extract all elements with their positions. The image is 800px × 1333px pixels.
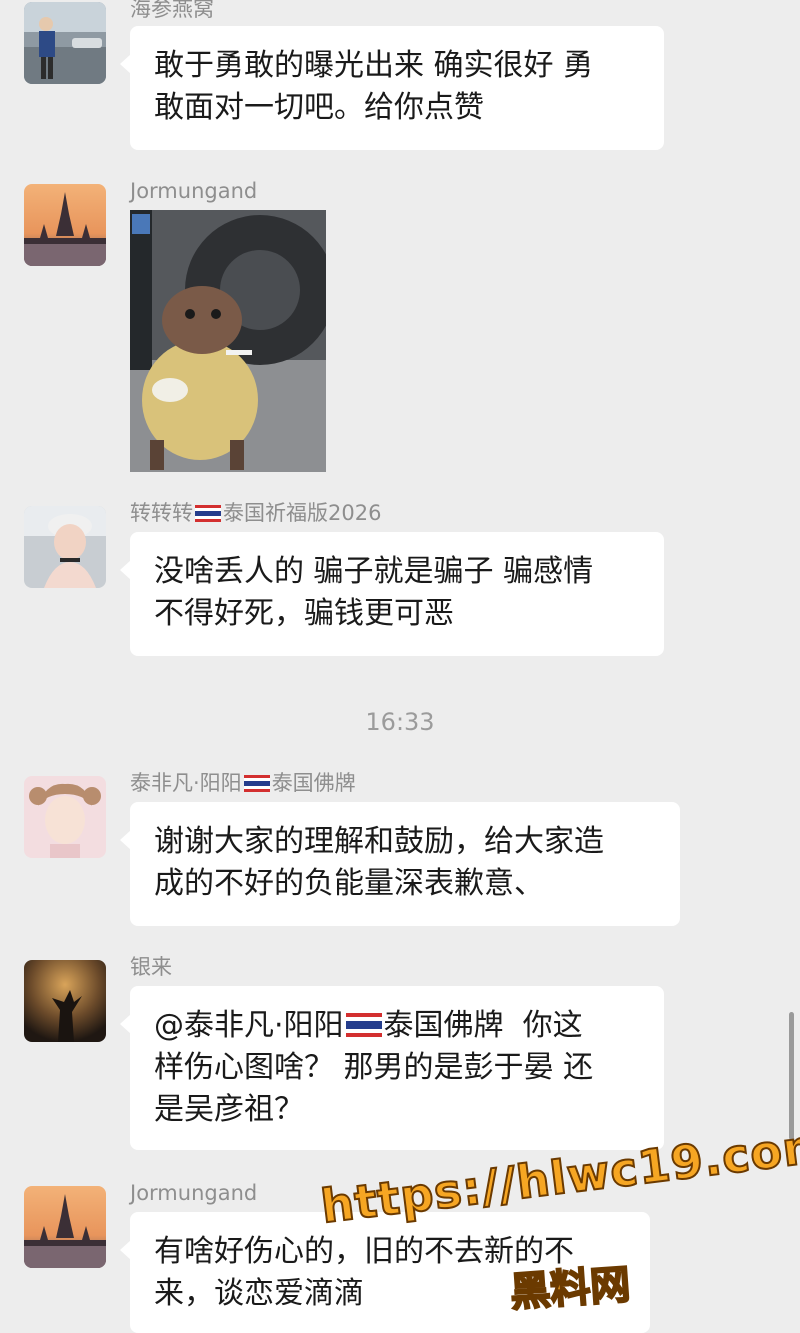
avatar[interactable] bbox=[24, 1186, 106, 1268]
sender-name: 银来 bbox=[130, 955, 172, 979]
thailand-flag-icon bbox=[195, 505, 221, 522]
timestamp: 16:33 bbox=[365, 708, 435, 736]
avatar[interactable] bbox=[24, 960, 106, 1042]
sender-name: 海参燕窝 bbox=[130, 0, 214, 21]
sender-name-part: 转转转 bbox=[130, 501, 193, 525]
avatar[interactable] bbox=[24, 184, 106, 266]
sender-name-part: 泰国祈福版2026 bbox=[223, 501, 382, 525]
avatar[interactable] bbox=[24, 2, 106, 84]
avatar[interactable] bbox=[24, 506, 106, 588]
thailand-flag-icon bbox=[243, 775, 270, 792]
message-bubble[interactable]: 没啥丢人的 骗子就是骗子 骗感情 不得好死，骗钱更可恶 bbox=[120, 532, 664, 656]
message-bubble[interactable]: 谢谢大家的理解和鼓励，给大家造 成的不好的负能量深表歉意、 bbox=[120, 802, 680, 926]
sender-name: Jormungand bbox=[130, 1181, 258, 1205]
message-bubble[interactable]: 敢于勇敢的曝光出来 确实很好 勇 敢面对一切吧。给你点赞 bbox=[120, 26, 664, 150]
sender-name-part: 泰国佛牌 bbox=[271, 771, 356, 795]
sender-name: 泰非凡·阳阳 泰国佛牌 bbox=[130, 770, 356, 796]
sender-name-part: 泰非凡·阳阳 bbox=[130, 771, 242, 795]
avatar[interactable] bbox=[24, 776, 106, 858]
smoking-dog-photo[interactable] bbox=[130, 210, 326, 472]
sender-name: Jormungand bbox=[130, 179, 258, 203]
mention[interactable]: @泰非凡·阳阳 bbox=[154, 1008, 344, 1043]
thailand-flag-icon bbox=[345, 1013, 382, 1037]
sender-name: 转转转 泰国祈福版2026 bbox=[130, 500, 381, 526]
message-bubble[interactable]: @泰非凡·阳阳 泰国佛牌 你这 样伤心图啥？ 那男的是彭于晏 还 是吴彦祖？ bbox=[120, 986, 664, 1150]
watermark-name: 黑料网 bbox=[508, 1261, 633, 1317]
